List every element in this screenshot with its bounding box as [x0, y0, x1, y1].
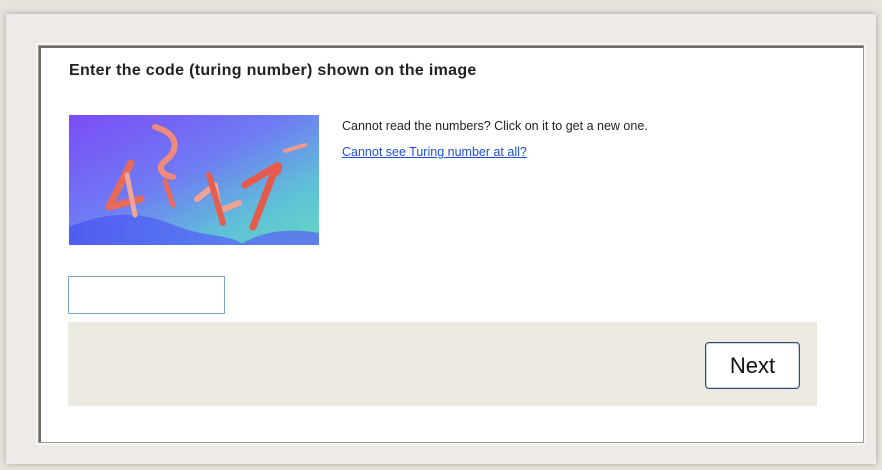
button-bar: Next — [68, 322, 817, 406]
captcha-help-text: Cannot read the numbers? Click on it to … — [342, 119, 648, 133]
next-button[interactable]: Next — [705, 342, 800, 389]
captcha-graphic — [69, 115, 319, 245]
captcha-image[interactable] — [69, 115, 319, 245]
cannot-see-turing-link[interactable]: Cannot see Turing number at all? — [342, 145, 527, 159]
page-title: Enter the code (turing number) shown on … — [69, 62, 477, 79]
turing-number-input[interactable] — [68, 276, 225, 314]
